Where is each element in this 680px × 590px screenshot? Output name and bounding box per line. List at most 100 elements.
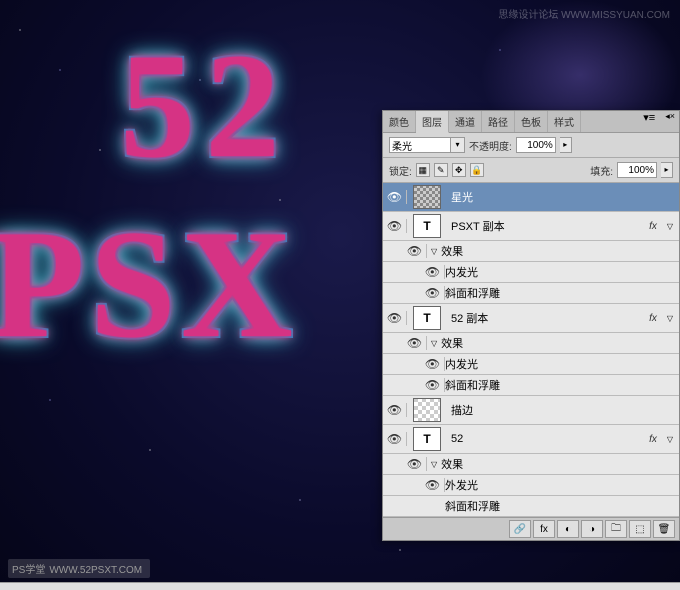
effects-group: 👁 ▽ 效果 (383, 241, 679, 262)
visibility-toggle[interactable]: 👁 (421, 378, 445, 392)
effects-label: 效果 (441, 241, 463, 261)
fx-badge: fx (645, 313, 661, 324)
eye-icon: 👁 (407, 457, 422, 471)
eye-icon: 👁 (407, 244, 422, 258)
visibility-toggle[interactable]: 👁 (383, 219, 407, 233)
effect-name: 外发光 (445, 475, 478, 495)
visibility-toggle[interactable]: 👁 (383, 190, 407, 204)
eye-icon: 👁 (425, 286, 440, 300)
neon-text-psx: PSX (0, 195, 298, 374)
visibility-toggle[interactable]: 👁 (421, 357, 445, 371)
effect-bevel[interactable]: 👁 斜面和浮雕 (383, 283, 679, 304)
layer-row-stroke[interactable]: 👁 描边 (383, 396, 679, 425)
eye-icon: 👁 (387, 190, 402, 204)
layers-panel: 颜色 图层 通道 路径 色板 样式 ▾≡ ◂× ▾ 不透明度: ▸ 锁定: ▦ … (382, 110, 680, 541)
lock-label: 锁定: (389, 163, 412, 178)
layer-name[interactable]: PSXT 副本 (447, 218, 645, 234)
blend-mode-value[interactable] (389, 137, 451, 153)
panel-menu-icon[interactable]: ▾≡ (637, 111, 661, 132)
lock-position-icon[interactable]: ✥ (452, 163, 466, 177)
eye-icon: 👁 (387, 219, 402, 233)
visibility-toggle[interactable]: 👁 (421, 265, 445, 279)
new-layer-icon[interactable]: ⬚ (629, 520, 651, 538)
neon-text-52: 52 (120, 20, 290, 192)
layer-thumbnail-text[interactable]: T (413, 306, 441, 330)
opacity-label: 不透明度: (469, 138, 512, 153)
fx-badge: fx (645, 434, 661, 445)
adjustment-layer-icon[interactable]: ◑ (581, 520, 603, 538)
opacity-input[interactable] (516, 137, 556, 153)
fx-badge: fx (645, 221, 661, 232)
blend-mode-select[interactable]: ▾ (389, 137, 465, 153)
effect-name: 内发光 (445, 354, 478, 374)
eye-icon: 👁 (387, 432, 402, 446)
effects-group: 👁 ▽ 效果 (383, 454, 679, 475)
layer-thumbnail[interactable] (413, 185, 441, 209)
layer-name[interactable]: 52 副本 (447, 310, 645, 326)
delete-layer-icon[interactable]: 🗑 (653, 520, 675, 538)
eye-icon: 👁 (425, 378, 440, 392)
layer-style-icon[interactable]: fx (533, 520, 555, 538)
eye-icon: 👁 (387, 403, 402, 417)
visibility-toggle[interactable]: 👁 (383, 432, 407, 446)
effect-inner-glow[interactable]: 👁 内发光 (383, 262, 679, 283)
fx-collapse-icon[interactable]: ▽ (661, 435, 679, 444)
effect-outer-glow[interactable]: 👁 外发光 (383, 475, 679, 496)
panel-tabs: 颜色 图层 通道 路径 色板 样式 ▾≡ ◂× (383, 111, 679, 133)
triangle-down-icon[interactable]: ▽ (427, 339, 441, 348)
visibility-toggle[interactable]: 👁 (421, 478, 445, 492)
layer-row-psxt-copy[interactable]: 👁 T PSXT 副本 fx ▽ (383, 212, 679, 241)
layer-thumbnail[interactable] (413, 398, 441, 422)
layer-name[interactable]: 描边 (447, 402, 679, 418)
link-layers-icon[interactable]: 🔗 (509, 520, 531, 538)
tab-styles[interactable]: 样式 (548, 111, 581, 132)
lock-all-icon[interactable]: 🔒 (470, 163, 484, 177)
tab-layers[interactable]: 图层 (416, 111, 449, 133)
new-group-icon[interactable]: 🗀 (605, 520, 627, 538)
layer-mask-icon[interactable]: ◐ (557, 520, 579, 538)
layer-row-52[interactable]: 👁 T 52 fx ▽ (383, 425, 679, 454)
layer-name[interactable]: 52 (447, 433, 645, 445)
layer-name[interactable]: 星光 (447, 189, 679, 205)
visibility-toggle[interactable]: 👁 (383, 311, 407, 325)
layer-row-starlight[interactable]: 👁 星光 (383, 183, 679, 212)
tab-paths[interactable]: 路径 (482, 111, 515, 132)
fill-input[interactable] (617, 162, 657, 178)
watermark-top: 思缘设计论坛 WWW.MISSYUAN.COM (498, 6, 670, 21)
effects-label: 效果 (441, 333, 463, 353)
layer-thumbnail-text[interactable]: T (413, 214, 441, 238)
visibility-toggle[interactable]: 👁 (383, 403, 407, 417)
lock-fill-row: 锁定: ▦ ✎ ✥ 🔒 填充: ▸ (383, 158, 679, 183)
layers-list: 👁 星光 👁 T PSXT 副本 fx ▽ 👁 ▽ 效果 👁 内发光 👁 斜面和… (383, 183, 679, 517)
tab-swatches[interactable]: 色板 (515, 111, 548, 132)
lock-pixels-icon[interactable]: ✎ (434, 163, 448, 177)
effects-group: 👁 ▽ 效果 (383, 333, 679, 354)
opacity-slider-icon[interactable]: ▸ (560, 137, 572, 153)
eye-icon: 👁 (425, 265, 440, 279)
tab-channels[interactable]: 通道 (449, 111, 482, 132)
effect-inner-glow[interactable]: 👁 内发光 (383, 354, 679, 375)
fill-label: 填充: (590, 163, 613, 178)
visibility-toggle[interactable]: 👁 (403, 336, 427, 350)
layer-thumbnail-text[interactable]: T (413, 427, 441, 451)
panel-close-icon[interactable]: ◂× (661, 111, 679, 132)
effect-bevel[interactable]: 👁 斜面和浮雕 (383, 375, 679, 396)
fx-collapse-icon[interactable]: ▽ (661, 314, 679, 323)
effect-name: 斜面和浮雕 (445, 496, 500, 516)
lock-transparency-icon[interactable]: ▦ (416, 163, 430, 177)
tab-color[interactable]: 颜色 (383, 111, 416, 132)
effect-bevel[interactable]: 斜面和浮雕 (383, 496, 679, 517)
visibility-toggle[interactable]: 👁 (403, 244, 427, 258)
layer-row-52-copy[interactable]: 👁 T 52 副本 fx ▽ (383, 304, 679, 333)
eye-icon: 👁 (425, 478, 440, 492)
visibility-toggle[interactable]: 👁 (403, 457, 427, 471)
triangle-down-icon[interactable]: ▽ (427, 460, 441, 469)
fill-slider-icon[interactable]: ▸ (661, 162, 673, 178)
effect-name: 斜面和浮雕 (445, 283, 500, 303)
blend-mode-dropdown-icon[interactable]: ▾ (451, 137, 465, 153)
visibility-toggle[interactable]: 👁 (421, 286, 445, 300)
effect-name: 斜面和浮雕 (445, 375, 500, 395)
bottom-ruler (0, 582, 680, 590)
triangle-down-icon[interactable]: ▽ (427, 247, 441, 256)
fx-collapse-icon[interactable]: ▽ (661, 222, 679, 231)
